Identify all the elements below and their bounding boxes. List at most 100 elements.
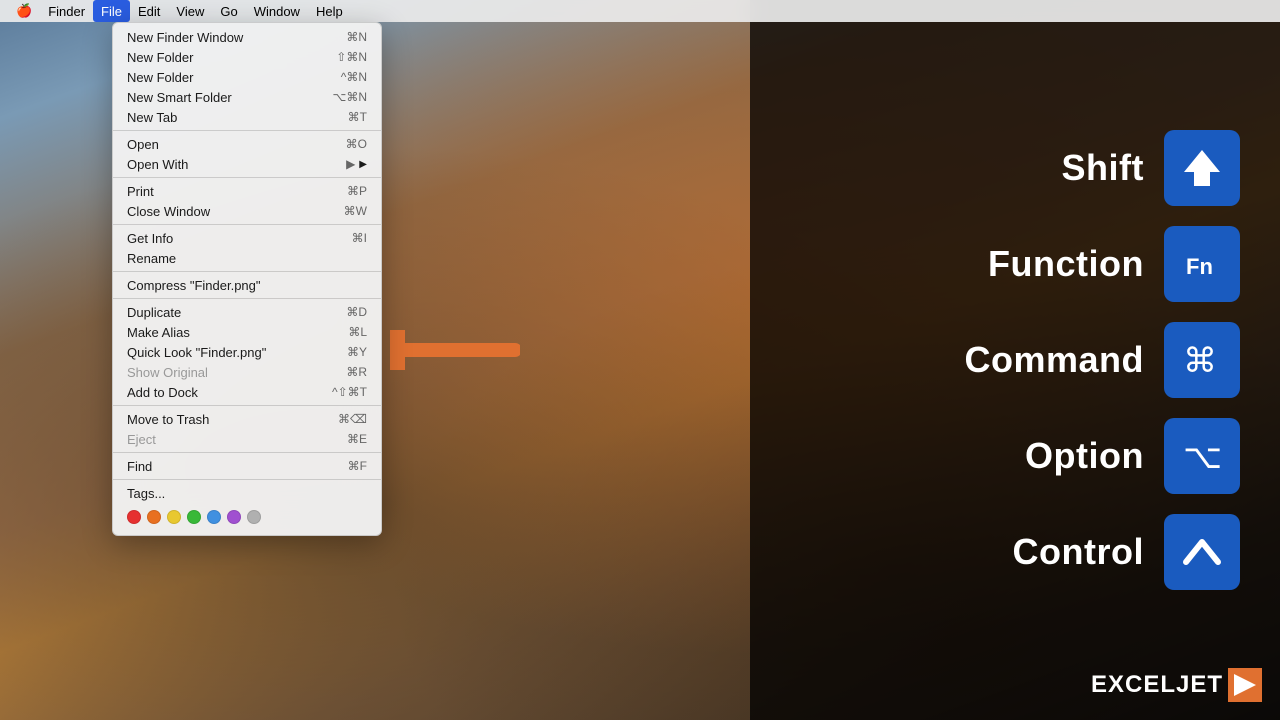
tag-yellow[interactable] (167, 510, 181, 524)
menu-item-label: Compress "Finder.png" (127, 278, 261, 293)
control-key-box (1164, 514, 1240, 590)
exceljet-text: EXCELJET (1091, 671, 1223, 699)
menu-item-shortcut: ^⇧⌘T (332, 385, 367, 399)
menu-new-folder[interactable]: New Folder ⇧⌘N (113, 47, 381, 67)
menu-item-shortcut: ⌘N (346, 30, 367, 44)
menu-item-label: Show Original (127, 365, 208, 380)
menu-item-label: Close Window (127, 204, 210, 219)
menu-item-shortcut: ⇧⌘N (336, 50, 367, 64)
menu-get-info[interactable]: Get Info ⌘I (113, 228, 381, 248)
menubar-finder[interactable]: Finder (40, 0, 93, 22)
menu-item-label: Tags... (127, 486, 165, 501)
option-label: Option (924, 435, 1144, 477)
svg-text:⌥: ⌥ (1183, 438, 1222, 476)
shortcuts-panel: Shift Function Fn Command ⌘ Option (750, 0, 1280, 720)
menubar-view[interactable]: View (168, 0, 212, 22)
menu-print[interactable]: Print ⌘P (113, 181, 381, 201)
menu-item-shortcut: ⌘W (344, 204, 367, 218)
menu-new-folder-selection[interactable]: New Folder ^⌘N (113, 67, 381, 87)
menubar-help[interactable]: Help (308, 0, 351, 22)
menubar-go[interactable]: Go (212, 0, 245, 22)
function-row: Function Fn (790, 226, 1240, 302)
menu-new-smart-folder[interactable]: New Smart Folder ⌥⌘N (113, 87, 381, 107)
menu-find[interactable]: Find ⌘F (113, 456, 381, 476)
separator-1 (113, 130, 381, 131)
menu-item-label: Open (127, 137, 159, 152)
menu-item-label: Print (127, 184, 154, 199)
control-row: Control (790, 514, 1240, 590)
menu-item-label: Quick Look "Finder.png" (127, 345, 266, 360)
separator-5 (113, 298, 381, 299)
menu-new-tab[interactable]: New Tab ⌘T (113, 107, 381, 127)
menu-item-shortcut: ⌘T (348, 110, 367, 124)
menu-rename[interactable]: Rename (113, 248, 381, 268)
tag-blue[interactable] (207, 510, 221, 524)
menu-item-label: Add to Dock (127, 385, 198, 400)
function-key-box: Fn (1164, 226, 1240, 302)
menu-item-shortcut: ⌘I (352, 231, 367, 245)
menu-item-label: New Folder (127, 50, 193, 65)
menu-item-shortcut: ⌘O (346, 137, 367, 151)
menu-item-label: Find (127, 459, 152, 474)
menubar-file[interactable]: File (93, 0, 130, 22)
menubar-edit[interactable]: Edit (130, 0, 168, 22)
menu-item-shortcut: ⌘E (347, 432, 367, 446)
menu-item-shortcut: ⌘⌫ (338, 412, 367, 426)
menu-item-shortcut: ⌘F (348, 459, 367, 473)
tag-orange[interactable] (147, 510, 161, 524)
menu-item-shortcut: ⌘L (348, 325, 367, 339)
menu-item-label: Make Alias (127, 325, 190, 340)
separator-6 (113, 405, 381, 406)
shift-label: Shift (924, 147, 1144, 189)
menu-item-label: Move to Trash (127, 412, 209, 427)
option-row: Option ⌥ (790, 418, 1240, 494)
tag-gray[interactable] (247, 510, 261, 524)
menu-quick-look[interactable]: Quick Look "Finder.png" ⌘Y (113, 342, 381, 362)
menu-item-label: Get Info (127, 231, 173, 246)
option-icon: ⌥ (1178, 432, 1226, 480)
shift-key-box (1164, 130, 1240, 206)
tags-section (113, 503, 381, 531)
menu-eject: Eject ⌘E (113, 429, 381, 449)
exceljet-logo: EXCELJET (1091, 668, 1262, 702)
arrow-annotation (390, 330, 520, 375)
menu-item-label: New Finder Window (127, 30, 243, 45)
file-dropdown-menu: New Finder Window ⌘N New Folder ⇧⌘N New … (112, 22, 382, 536)
menu-item-shortcut: ⌘D (346, 305, 367, 319)
menu-duplicate[interactable]: Duplicate ⌘D (113, 302, 381, 322)
command-label: Command (924, 339, 1144, 381)
command-key-box: ⌘ (1164, 322, 1240, 398)
menu-tags[interactable]: Tags... (113, 483, 381, 503)
svg-text:Fn: Fn (1186, 254, 1213, 279)
menu-item-label: New Smart Folder (127, 90, 232, 105)
shift-icon (1178, 144, 1226, 192)
menu-item-label: Rename (127, 251, 176, 266)
shift-row: Shift (790, 130, 1240, 206)
tag-purple[interactable] (227, 510, 241, 524)
separator-2 (113, 177, 381, 178)
fn-icon: Fn (1178, 240, 1226, 288)
apple-menu[interactable]: 🍎 (8, 0, 40, 22)
control-icon (1178, 528, 1226, 576)
menu-item-shortcut: ⌘Y (347, 345, 367, 359)
menu-item-label: New Folder (127, 70, 193, 85)
menu-item-shortcut: ⌘R (346, 365, 367, 379)
command-row: Command ⌘ (790, 322, 1240, 398)
menu-move-to-trash[interactable]: Move to Trash ⌘⌫ (113, 409, 381, 429)
menu-compress[interactable]: Compress "Finder.png" (113, 275, 381, 295)
menu-open[interactable]: Open ⌘O (113, 134, 381, 154)
menubar-window[interactable]: Window (246, 0, 308, 22)
separator-4 (113, 271, 381, 272)
exceljet-arrow-icon (1228, 668, 1262, 702)
menu-new-finder-window[interactable]: New Finder Window ⌘N (113, 27, 381, 47)
tag-green[interactable] (187, 510, 201, 524)
tag-red[interactable] (127, 510, 141, 524)
separator-3 (113, 224, 381, 225)
menu-add-to-dock[interactable]: Add to Dock ^⇧⌘T (113, 382, 381, 402)
menu-show-original: Show Original ⌘R (113, 362, 381, 382)
control-label: Control (924, 531, 1144, 573)
menu-open-with[interactable]: Open With ▶ (113, 154, 381, 174)
menu-close-window[interactable]: Close Window ⌘W (113, 201, 381, 221)
menu-make-alias[interactable]: Make Alias ⌘L (113, 322, 381, 342)
menu-item-shortcut: ⌥⌘N (333, 90, 368, 104)
